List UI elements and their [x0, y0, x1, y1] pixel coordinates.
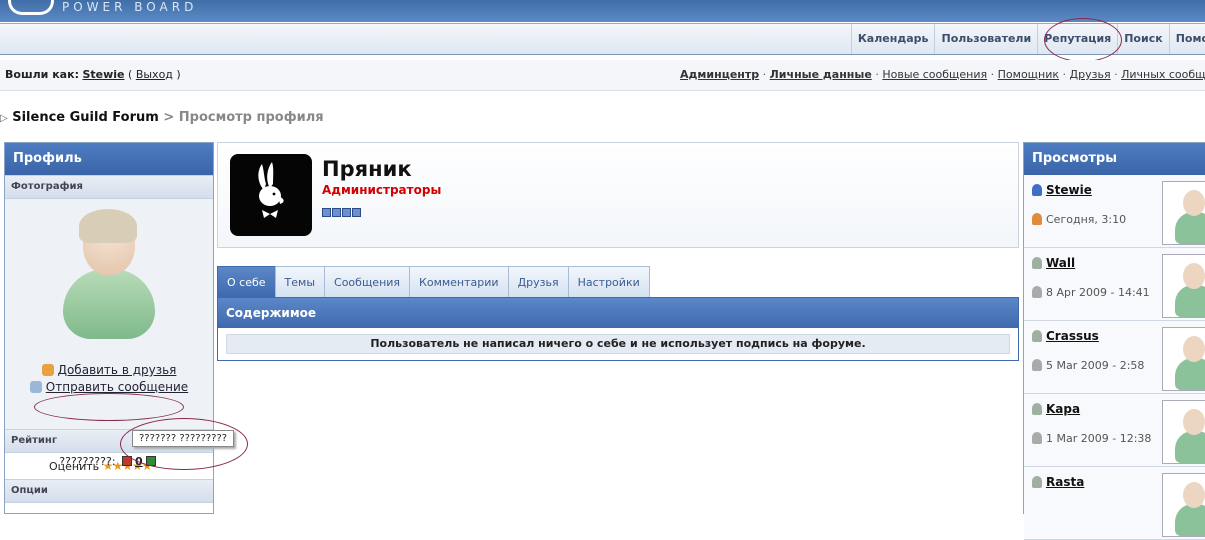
profile-sidebar: Профиль Фотография Добавить в друзья Отп…	[4, 142, 214, 514]
breadcrumb-current: Просмотр профиля	[178, 110, 324, 125]
logged-in-label: Вошли как:	[5, 68, 79, 81]
content-header: Содержимое	[218, 298, 1018, 328]
user-icon	[1032, 213, 1042, 225]
user-offline-icon	[1032, 257, 1042, 269]
friends-link[interactable]: Друзья	[1070, 68, 1111, 81]
visitor-item: Stewie Сегодня, 3:10	[1024, 175, 1205, 248]
user-bar: Вошли как: Stewie ( Выход ) Админцентр ·…	[0, 60, 1205, 91]
visitor-item: Wall 8 Apr 2009 - 14:41	[1024, 248, 1205, 321]
visitor-name[interactable]: Wall	[1046, 256, 1075, 270]
tab-posts[interactable]: Сообщения	[324, 266, 411, 297]
tab-settings[interactable]: Настройки	[567, 266, 650, 297]
visitor-item: Crassus 5 Mar 2009 - 2:58	[1024, 321, 1205, 394]
add-friend-icon	[41, 364, 54, 376]
visitor-name[interactable]: Rasta	[1046, 475, 1084, 489]
reputation-row: ?????????: 0	[5, 455, 213, 468]
visitor-avatar	[1162, 473, 1205, 537]
nav-members[interactable]: Пользователи	[934, 24, 1037, 54]
visitor-name[interactable]: Stewie	[1046, 183, 1092, 197]
profile-name: Пряник	[322, 157, 412, 181]
my-controls-link[interactable]: Личные данные	[770, 68, 872, 81]
user-offline-icon	[1032, 403, 1042, 415]
tooltip: ??????? ?????????	[132, 430, 235, 447]
visitor-avatar	[1162, 327, 1205, 391]
send-message-link[interactable]: Отправить сообщение	[46, 380, 188, 394]
user-icon	[1032, 286, 1042, 298]
visitor-date: 8 Apr 2009 - 14:41	[1046, 286, 1150, 299]
visitor-avatar	[1162, 181, 1205, 245]
admin-cp-link[interactable]: Админцентр	[680, 68, 759, 81]
avatar	[63, 209, 155, 343]
user-offline-icon	[1032, 330, 1042, 342]
tab-comments[interactable]: Комментарии	[409, 266, 509, 297]
visitor-item: Rasta	[1024, 467, 1205, 540]
bunny-icon	[258, 162, 284, 218]
tab-about[interactable]: О себе	[217, 266, 276, 297]
logout-link[interactable]: Выход	[136, 68, 173, 81]
user-offline-icon	[1032, 476, 1042, 488]
user-icon	[1032, 359, 1042, 371]
current-user-link[interactable]: Stewie	[82, 68, 124, 81]
logo-text: POWER BOARD	[62, 0, 198, 14]
new-posts-link[interactable]: Новые сообщения	[882, 68, 987, 81]
visitor-date: 1 Mar 2009 - 12:38	[1046, 432, 1152, 445]
logo-icon	[8, 0, 54, 15]
user-online-icon	[1032, 184, 1042, 196]
messenger-link[interactable]: Личных сообщени	[1121, 68, 1205, 81]
options-label: Опции	[5, 479, 213, 503]
send-message-icon	[29, 381, 42, 393]
assistant-link[interactable]: Помощник	[998, 68, 1059, 81]
user-icon	[1032, 432, 1042, 444]
breadcrumb: ▷ Silence Guild Forum > Просмотр профиля	[0, 110, 324, 125]
content-panel: Содержимое Пользователь не написал ничег…	[217, 297, 1019, 361]
breadcrumb-forum[interactable]: Silence Guild Forum	[12, 110, 159, 125]
reputation-value: 0	[135, 455, 143, 468]
breadcrumb-separator: >	[163, 110, 175, 125]
visitor-date: 5 Mar 2009 - 2:58	[1046, 359, 1145, 372]
visitor-name[interactable]: Kapa	[1046, 402, 1080, 416]
nav-reputation[interactable]: Репутация	[1037, 24, 1117, 54]
profile-group: Администраторы	[322, 183, 442, 197]
tab-topics[interactable]: Темы	[274, 266, 326, 297]
breadcrumb-arrow-icon: ▷	[0, 113, 8, 124]
nav-calendar[interactable]: Календарь	[850, 24, 935, 54]
add-friend-link[interactable]: Добавить в друзья	[58, 363, 177, 377]
main-nav-bar: Календарь Пользователи Репутация Поиск П…	[0, 23, 1205, 55]
visitor-avatar	[1162, 254, 1205, 318]
photo-area: Добавить в друзья Отправить сообщение ??…	[5, 199, 213, 468]
profile-card: Пряник Администраторы	[217, 142, 1019, 248]
rep-plus-button[interactable]	[145, 456, 156, 466]
visitor-date: Сегодня, 3:10	[1046, 213, 1127, 226]
rep-minus-button[interactable]	[122, 456, 133, 466]
content-message: Пользователь не написал ничего о себе и …	[226, 334, 1010, 354]
sidebar-title: Профиль	[5, 143, 213, 175]
visitor-avatar	[1162, 400, 1205, 464]
nav-search[interactable]: Поиск	[1117, 24, 1168, 54]
reputation-label: ?????????:	[59, 455, 116, 468]
header-banner: POWER BOARD	[0, 0, 1205, 22]
profile-tabs: О себе Темы Сообщения Комментарии Друзья…	[217, 266, 650, 297]
photo-label: Фотография	[5, 175, 213, 199]
visitor-item: Kapa 1 Mar 2009 - 12:38	[1024, 394, 1205, 467]
visitors-panel: Просмотры Stewie Сегодня, 3:10 Wall 8 Ap…	[1023, 142, 1205, 540]
tab-friends[interactable]: Друзья	[507, 266, 569, 297]
nav-help[interactable]: Помо	[1168, 24, 1205, 54]
visitors-title: Просмотры	[1024, 143, 1205, 175]
profile-photo	[230, 154, 312, 236]
rank-pips	[322, 207, 362, 220]
visitor-name[interactable]: Crassus	[1046, 329, 1099, 343]
